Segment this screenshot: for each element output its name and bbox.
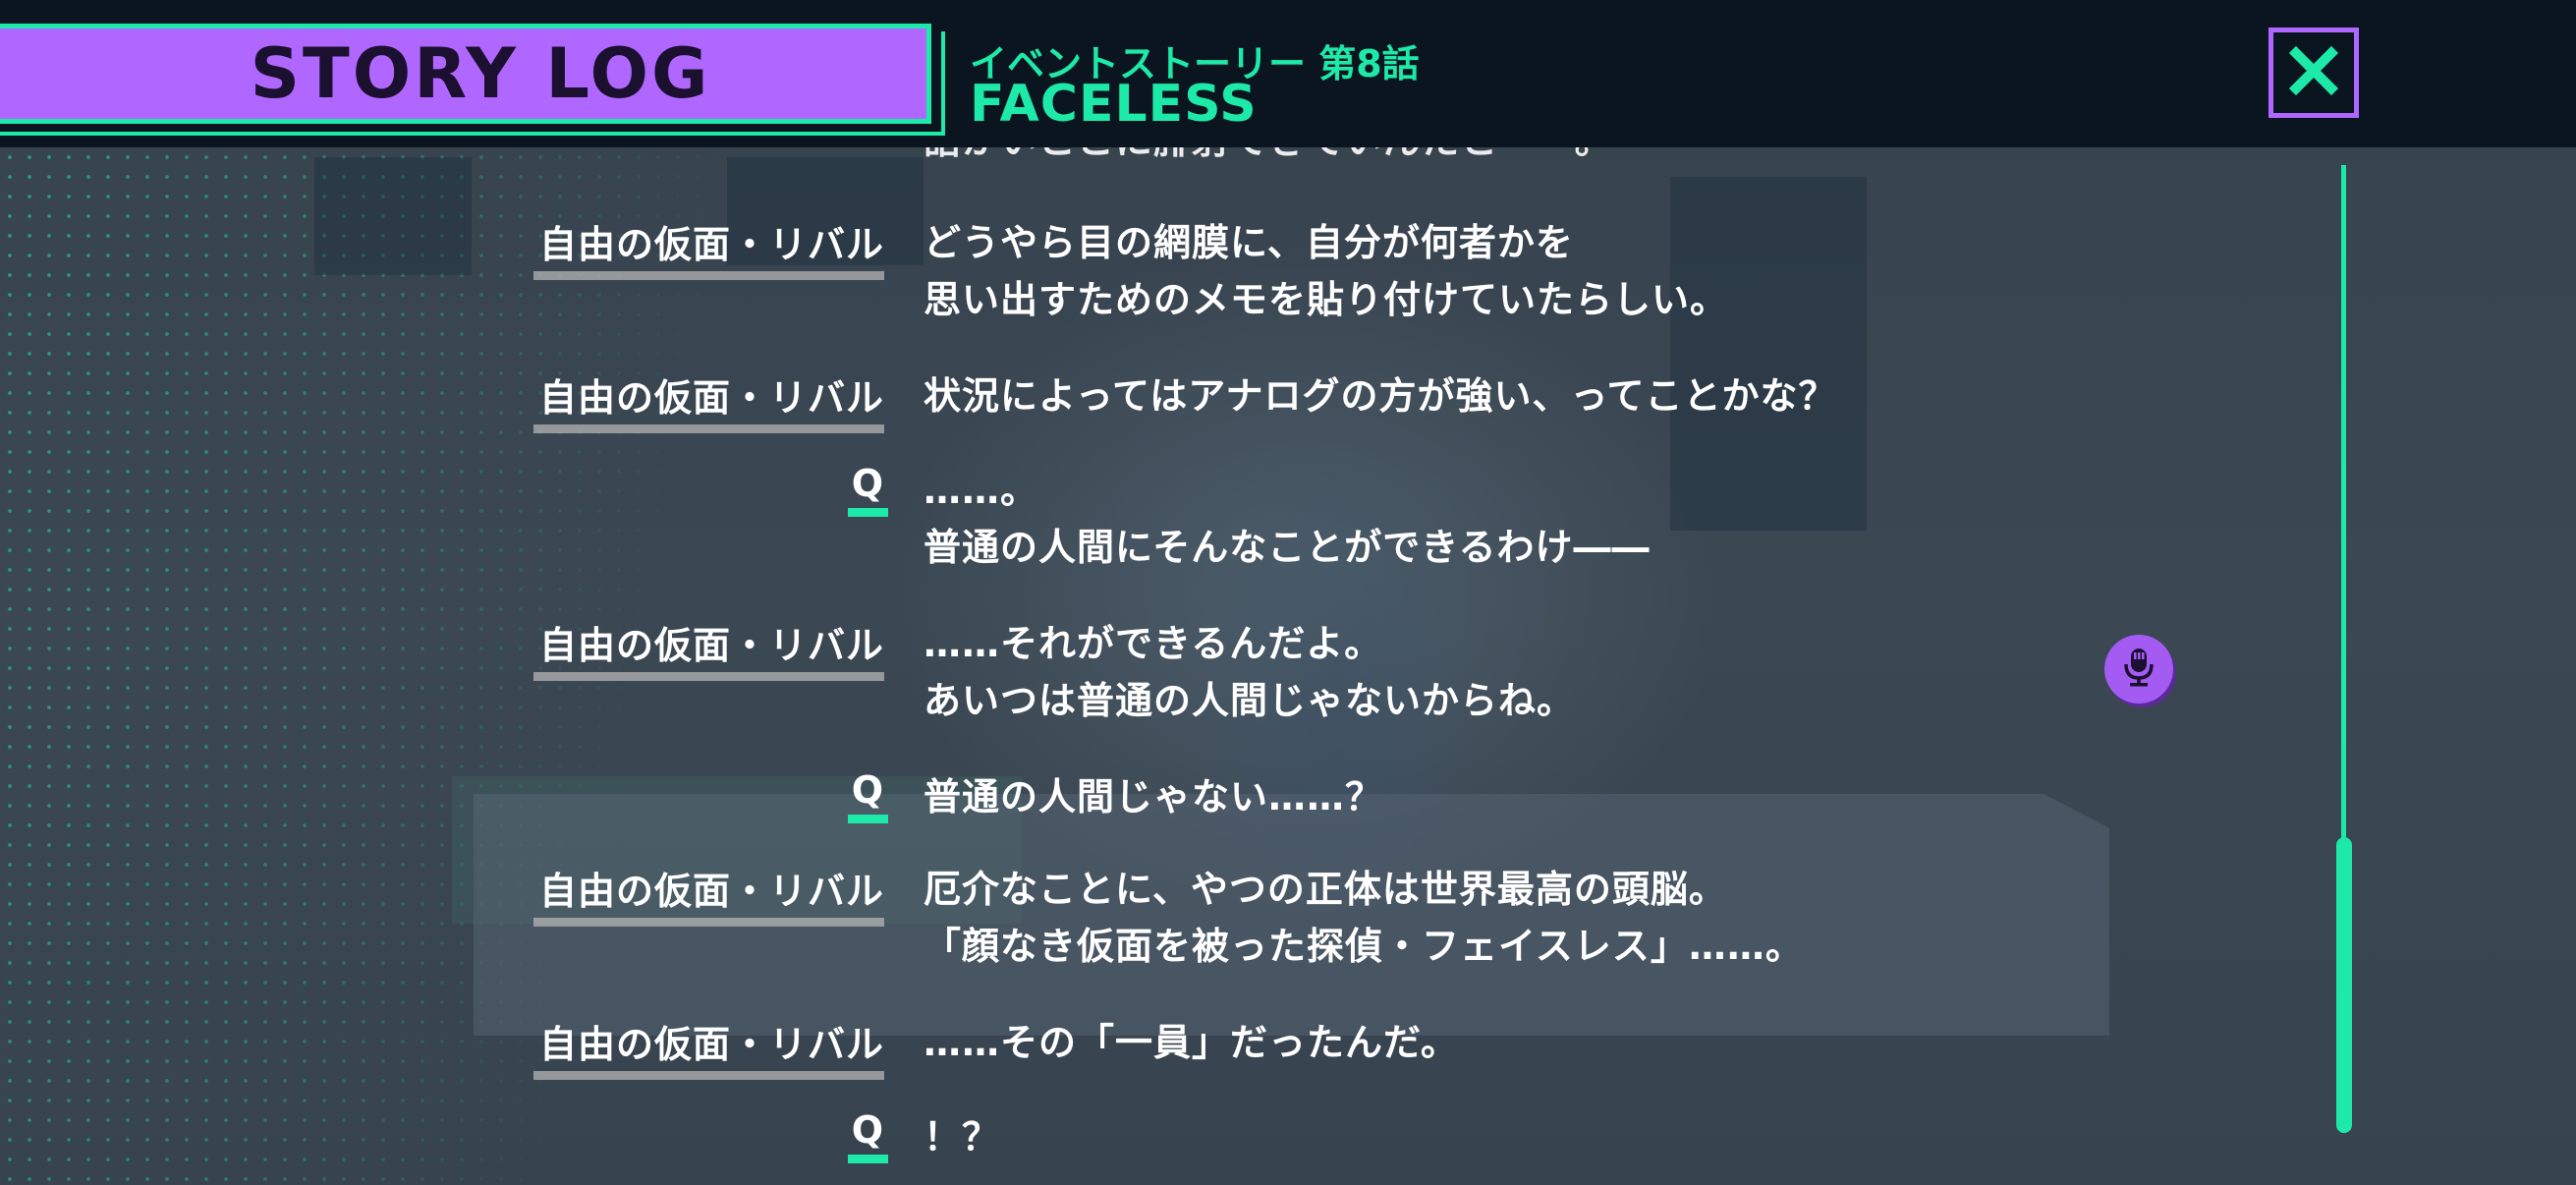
- close-button[interactable]: [2268, 28, 2359, 118]
- voice-replay-button[interactable]: [2104, 635, 2173, 704]
- dialogue-line: 状況によってはアナログの方が強い、ってことかな？: [924, 374, 1837, 418]
- dialogue-line: 「顔なき仮面を被った探偵・フェイスレス」……。: [924, 925, 1804, 968]
- dialogue-text: どうやら目の網膜に、自分が何者かを 思い出すためのメモを貼り付けていたらしい。: [924, 214, 2102, 328]
- dialogue-line: ！？: [924, 1115, 1001, 1158]
- story-log-list[interactable]: 語かいここに腓射てさていんたとーー。 自由の仮面・リバル どうやら目の網膜に、自…: [0, 147, 2576, 1185]
- scrollbar-thumb[interactable]: [2336, 837, 2352, 1133]
- close-icon: [2288, 45, 2339, 100]
- dialogue-text: ……その「一員」だったんだ。: [924, 1014, 2102, 1071]
- speaker-name: Q: [847, 462, 889, 517]
- page-title: STORY LOG: [250, 33, 711, 114]
- dialogue-text: 状況によってはアナログの方が強い、ってことかな？: [924, 367, 2102, 424]
- dialogue-line: 普通の人間にそんなことができるわけ――: [924, 526, 1651, 569]
- dialogue-text: ……それができるんだよ。 あいつは普通の人間じゃないからね。: [924, 615, 2102, 729]
- header-bar: STORY LOG イベントストーリー 第8話 FACELESS: [0, 0, 2576, 147]
- speaker-name: 自由の仮面・リバル: [532, 615, 885, 681]
- log-line-partial: 語かいここに腓射てさていんたとーー。: [924, 147, 1613, 164]
- speaker-name: 自由の仮面・リバル: [532, 861, 885, 927]
- dialogue-text: ……。 普通の人間にそんなことができるわけ――: [924, 462, 2102, 576]
- speaker-name: Q: [847, 768, 889, 823]
- dialogue-line: あいつは普通の人間じゃないからね。: [924, 679, 1576, 722]
- speaker-name: Q: [847, 1108, 889, 1163]
- dialogue-line: ……それができるんだよ。: [924, 622, 1383, 665]
- dialogue-line: ……。: [924, 469, 1039, 512]
- dialogue-line: 厄介なことに、やつの正体は世界最高の頭脳。: [924, 868, 1727, 911]
- microphone-icon: [2120, 647, 2157, 692]
- dialogue-line: ……その「一員」だったんだ。: [924, 1021, 1459, 1064]
- episode-title: FACELESS: [970, 75, 1258, 134]
- dialogue-line: 思い出すためのメモを貼り付けていたらしい。: [924, 278, 1729, 321]
- speaker-name: 自由の仮面・リバル: [532, 1014, 885, 1080]
- speaker-name: 自由の仮面・リバル: [532, 367, 885, 433]
- speaker-name: 自由の仮面・リバル: [532, 214, 885, 280]
- dialogue-line: どうやら目の網膜に、自分が何者かを: [924, 221, 1574, 264]
- dialogue-text: ！？: [924, 1108, 2102, 1165]
- dialogue-text: 普通の人間じゃない……？: [924, 768, 2102, 825]
- dialogue-line: 普通の人間じゃない……？: [924, 775, 1384, 818]
- dialogue-text: 厄介なことに、やつの正体は世界最高の頭脳。 「顔なき仮面を被った探偵・フェイスレ…: [924, 861, 2102, 975]
- title-plate: STORY LOG: [0, 24, 931, 124]
